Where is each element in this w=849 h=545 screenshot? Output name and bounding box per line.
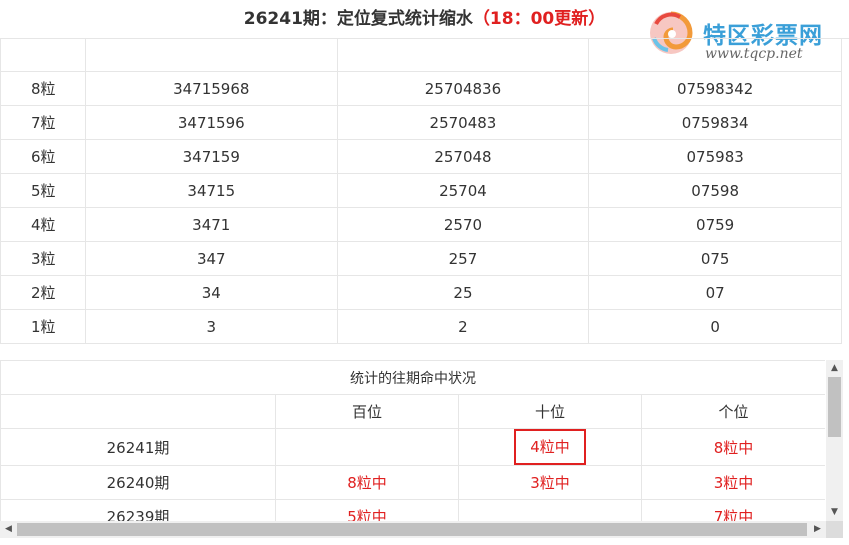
- position-combo-table: 8粒 34715968 25704836 07598342 7粒 3471596…: [0, 38, 842, 344]
- row-label: 7粒: [0, 105, 86, 140]
- ge-value: 0759: [588, 207, 842, 242]
- row-label: 2粒: [0, 275, 86, 310]
- shi-value: 25704836: [336, 71, 590, 106]
- table-row: 1粒 3 2 0: [0, 309, 842, 344]
- period-cell: 26240期: [0, 465, 276, 500]
- shi-value: 257: [336, 241, 590, 276]
- bai-value: 34: [84, 275, 338, 310]
- history-caption: 统计的往期命中状况: [0, 360, 825, 395]
- row-label: 8粒: [0, 71, 86, 106]
- vertical-scrollbar[interactable]: ▲ ▼: [826, 360, 843, 521]
- row-label: 1粒: [0, 309, 86, 344]
- ge-value: 075: [588, 241, 842, 276]
- bai-value: 3471596: [84, 105, 338, 140]
- highlighted-hit: 4粒中: [514, 429, 586, 465]
- table-row: 7粒 3471596 2570483 0759834: [0, 105, 842, 140]
- row-label: 3粒: [0, 241, 86, 276]
- table-row: 2粒 34 25 07: [0, 275, 842, 310]
- row-label: 4粒: [0, 207, 86, 242]
- ge-value: 0: [588, 309, 842, 344]
- ge-value: 0759834: [588, 105, 842, 140]
- table-row: 26240期 8粒中 3粒中 3粒中: [0, 465, 825, 500]
- shi-value: 2570: [336, 207, 590, 242]
- scrollbar-corner: [826, 521, 843, 538]
- table-row: 3粒 347 257 075: [0, 241, 842, 276]
- table-header-row: [0, 38, 842, 72]
- scroll-thumb[interactable]: [828, 377, 841, 437]
- bai-hit: 8粒中: [275, 465, 459, 500]
- table-row: 4粒 3471 2570 0759: [0, 207, 842, 242]
- title-main: 26241期：定位复式统计缩水: [243, 9, 473, 29]
- history-scroll-panel[interactable]: 统计的往期命中状况 百位 十位 个位 26241期 4粒中 8粒中 26240期…: [0, 360, 825, 521]
- table-row: 5粒 34715 25704 07598: [0, 173, 842, 208]
- shi-value: 2: [336, 309, 590, 344]
- history-header-row: 百位 十位 个位: [0, 394, 825, 429]
- shi-hit-cell: 4粒中: [458, 428, 642, 466]
- ge-hit: 7粒中: [641, 499, 825, 521]
- table-cell: [0, 38, 86, 72]
- ge-value: 07598342: [588, 71, 842, 106]
- scroll-thumb-horizontal[interactable]: [17, 523, 807, 536]
- shi-value: 257048: [336, 139, 590, 174]
- period-cell: 26239期: [0, 499, 276, 521]
- ge-value: 075983: [588, 139, 842, 174]
- horizontal-scrollbar[interactable]: ◀ ▶: [0, 521, 826, 538]
- table-row: 26239期 5粒中 7粒中: [0, 499, 825, 521]
- bai-value: 347159: [84, 139, 338, 174]
- bai-value: 34715968: [84, 71, 338, 106]
- table-cell: [336, 38, 590, 72]
- shi-value: 25: [336, 275, 590, 310]
- ge-hit: 3粒中: [641, 465, 825, 500]
- table-row: 26241期 4粒中 8粒中: [0, 428, 825, 466]
- ge-hit: 8粒中: [641, 428, 825, 466]
- table-cell: [84, 38, 338, 72]
- scroll-down-icon[interactable]: ▼: [826, 504, 843, 521]
- column-header-shi: 十位: [458, 394, 642, 429]
- bai-value: 3: [84, 309, 338, 344]
- table-cell: [588, 38, 842, 72]
- bai-value: 3471: [84, 207, 338, 242]
- row-label: 6粒: [0, 139, 86, 174]
- title-update-time: （18：00更新）: [472, 9, 606, 29]
- column-header-bai: 百位: [275, 394, 459, 429]
- bai-hit: 5粒中: [275, 499, 459, 521]
- ge-value: 07598: [588, 173, 842, 208]
- ge-value: 07: [588, 275, 842, 310]
- bai-value: 34715: [84, 173, 338, 208]
- table-row: 8粒 34715968 25704836 07598342: [0, 71, 842, 106]
- column-header-ge: 个位: [641, 394, 825, 429]
- column-header-period: [0, 394, 276, 429]
- scroll-left-icon[interactable]: ◀: [0, 521, 17, 538]
- row-label: 5粒: [0, 173, 86, 208]
- shi-hit: 3粒中: [458, 465, 642, 500]
- shi-value: 25704: [336, 173, 590, 208]
- scroll-right-icon[interactable]: ▶: [809, 521, 826, 538]
- shi-hit: [458, 499, 642, 521]
- bai-hit: [275, 428, 459, 466]
- shi-value: 2570483: [336, 105, 590, 140]
- history-hit-table: 统计的往期命中状况 百位 十位 个位 26241期 4粒中 8粒中 26240期…: [0, 360, 825, 521]
- caption-row: 统计的往期命中状况: [0, 360, 825, 395]
- period-cell: 26241期: [0, 428, 276, 466]
- table-row: 6粒 347159 257048 075983: [0, 139, 842, 174]
- scroll-up-icon[interactable]: ▲: [826, 360, 843, 377]
- bai-value: 347: [84, 241, 338, 276]
